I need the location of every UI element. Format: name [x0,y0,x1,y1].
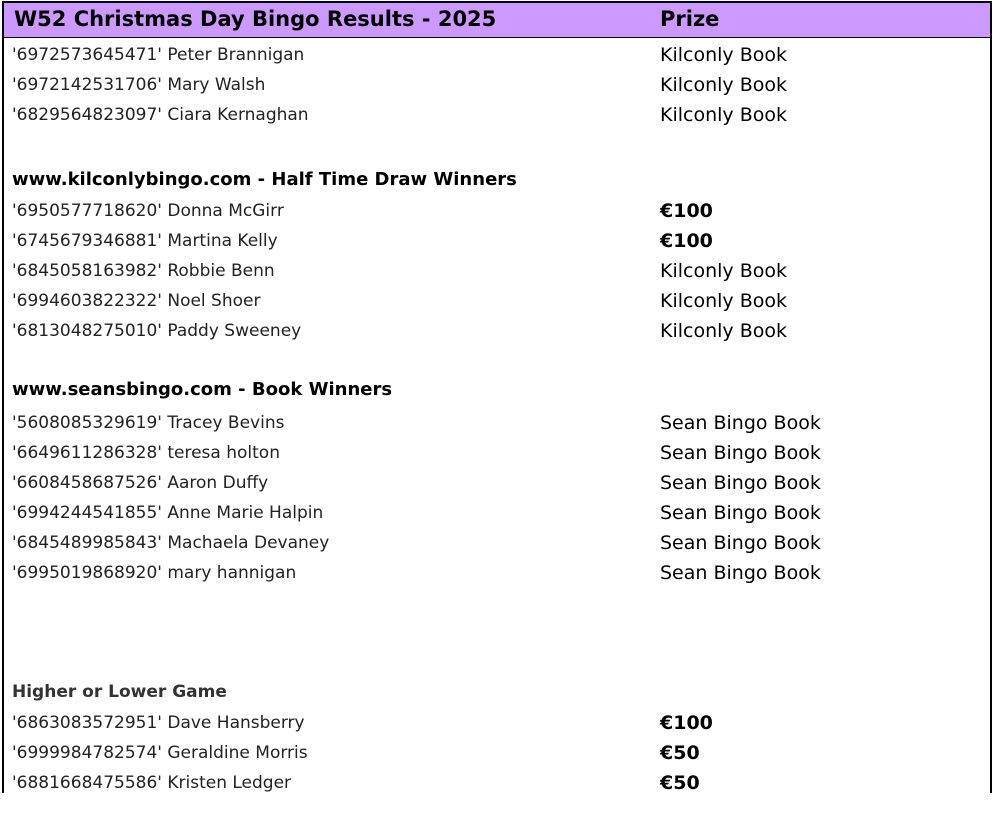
winner-prize: €100 [660,230,713,252]
results-sheet: W52 Christmas Day Bingo Results - 2025 P… [2,1,992,794]
result-row: '6999984782574' Geraldine Morris €50 [4,737,990,767]
section-title-half-time: www.kilconlybingo.com - Half Time Draw W… [12,169,517,190]
winner-name: '6972142531706' Mary Walsh [12,75,266,95]
prize-column-header: Prize [660,7,720,31]
winner-prize: €50 [660,772,700,794]
result-row: '6972142531706' Mary Walsh Kilconly Book [4,69,990,99]
result-row: '6994603822322' Noel Shoer Kilconly Book [4,285,990,315]
winner-name: '6608458687526' Aaron Duffy [12,473,269,493]
result-row: '6813048275010' Paddy Sweeney Kilconly B… [4,315,990,345]
section-title-higher-lower: Higher or Lower Game [12,682,227,702]
winner-prize: Kilconly Book [660,104,787,126]
result-row: '6950577718620' Donna McGirr €100 [4,195,990,225]
winner-prize: Sean Bingo Book [660,502,821,524]
result-row: '6845058163982' Robbie Benn Kilconly Boo… [4,255,990,285]
section-title-book-winners: www.seansbingo.com - Book Winners [12,379,393,400]
winner-prize: Sean Bingo Book [660,472,821,494]
result-row: '6829564823097' Ciara Kernaghan Kilconly… [4,99,990,129]
result-row: '6881668475586' Kristen Ledger €50 [4,767,990,797]
result-row: '6745679346881' Martina Kelly €100 [4,225,990,255]
result-row: '6649611286328' teresa holton Sean Bingo… [4,437,990,467]
winner-name: '6845058163982' Robbie Benn [12,261,275,281]
winner-prize: Kilconly Book [660,290,787,312]
winner-prize: Sean Bingo Book [660,442,821,464]
winner-prize: €100 [660,712,713,734]
winner-name: '6972573645471' Peter Brannigan [12,45,305,65]
winner-name: '6863083572951' Dave Hansberry [12,713,305,733]
winner-prize: Sean Bingo Book [660,562,821,584]
result-row: '6845489985843' Machaela Devaney Sean Bi… [4,527,990,557]
winner-name: '6999984782574' Geraldine Morris [12,743,308,763]
winner-prize: €50 [660,742,700,764]
winner-name: '6994244541855' Anne Marie Halpin [12,503,324,523]
winner-name: '6649611286328' teresa holton [12,443,280,463]
header-bar: W52 Christmas Day Bingo Results - 2025 P… [4,3,990,38]
winner-name: '6829564823097' Ciara Kernaghan [12,105,309,125]
winner-name: '5608085329619' Tracey Bevins [12,413,285,433]
result-row: '6995019868920' mary hannigan Sean Bingo… [4,557,990,587]
result-row: '6863083572951' Dave Hansberry €100 [4,707,990,737]
winner-name: '6881668475586' Kristen Ledger [12,773,292,793]
result-row: '6972573645471' Peter Brannigan Kilconly… [4,39,990,69]
winner-name: '6994603822322' Noel Shoer [12,291,261,311]
winner-name: '6745679346881' Martina Kelly [12,231,278,251]
winner-name: '6813048275010' Paddy Sweeney [12,321,302,341]
winner-prize: Kilconly Book [660,44,787,66]
page-title: W52 Christmas Day Bingo Results - 2025 [14,7,497,31]
winner-prize: Sean Bingo Book [660,532,821,554]
winner-prize: Sean Bingo Book [660,412,821,434]
winner-prize: Kilconly Book [660,260,787,282]
winner-name: '6950577718620' Donna McGirr [12,201,284,221]
result-row: '6994244541855' Anne Marie Halpin Sean B… [4,497,990,527]
winner-prize: Kilconly Book [660,320,787,342]
result-row: '6608458687526' Aaron Duffy Sean Bingo B… [4,467,990,497]
winner-name: '6995019868920' mary hannigan [12,563,297,583]
result-row: '5608085329619' Tracey Bevins Sean Bingo… [4,407,990,437]
winner-prize: Kilconly Book [660,74,787,96]
winner-prize: €100 [660,200,713,222]
winner-name: '6845489985843' Machaela Devaney [12,533,330,553]
